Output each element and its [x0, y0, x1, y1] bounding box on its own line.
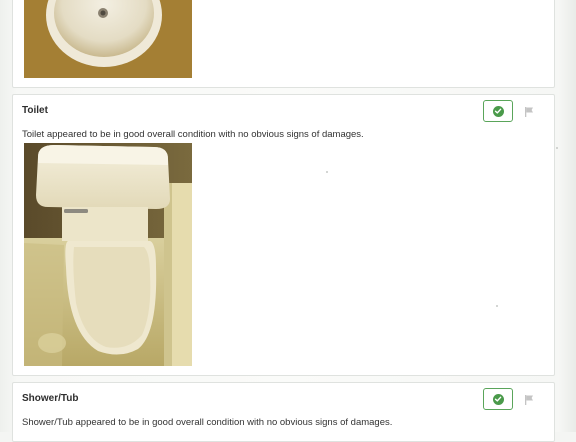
check-circle-icon	[492, 393, 504, 405]
sink-section-card	[12, 0, 555, 88]
ok-status-button[interactable]	[483, 100, 513, 122]
scan-speck	[556, 147, 558, 149]
section-description: Shower/Tub appeared to be in good overal…	[22, 417, 393, 428]
section-description: Toilet appeared to be in good overall co…	[22, 129, 364, 140]
check-circle-icon	[492, 105, 504, 117]
section-title: Toilet	[22, 105, 48, 116]
flag-icon[interactable]	[523, 393, 535, 405]
section-title: Shower/Tub	[22, 393, 79, 404]
report-page: Toilet Toilet appeared to be in good ove…	[0, 0, 576, 442]
toilet-photo	[24, 143, 192, 366]
scan-speck	[326, 171, 328, 173]
sink-photo	[24, 0, 192, 78]
flag-icon[interactable]	[523, 105, 535, 117]
ok-status-button[interactable]	[483, 388, 513, 410]
scan-speck	[496, 305, 498, 307]
shower-tub-section-card: Shower/Tub Shower/Tub appeared to be in …	[12, 382, 555, 442]
toilet-section-card: Toilet Toilet appeared to be in good ove…	[12, 94, 555, 376]
